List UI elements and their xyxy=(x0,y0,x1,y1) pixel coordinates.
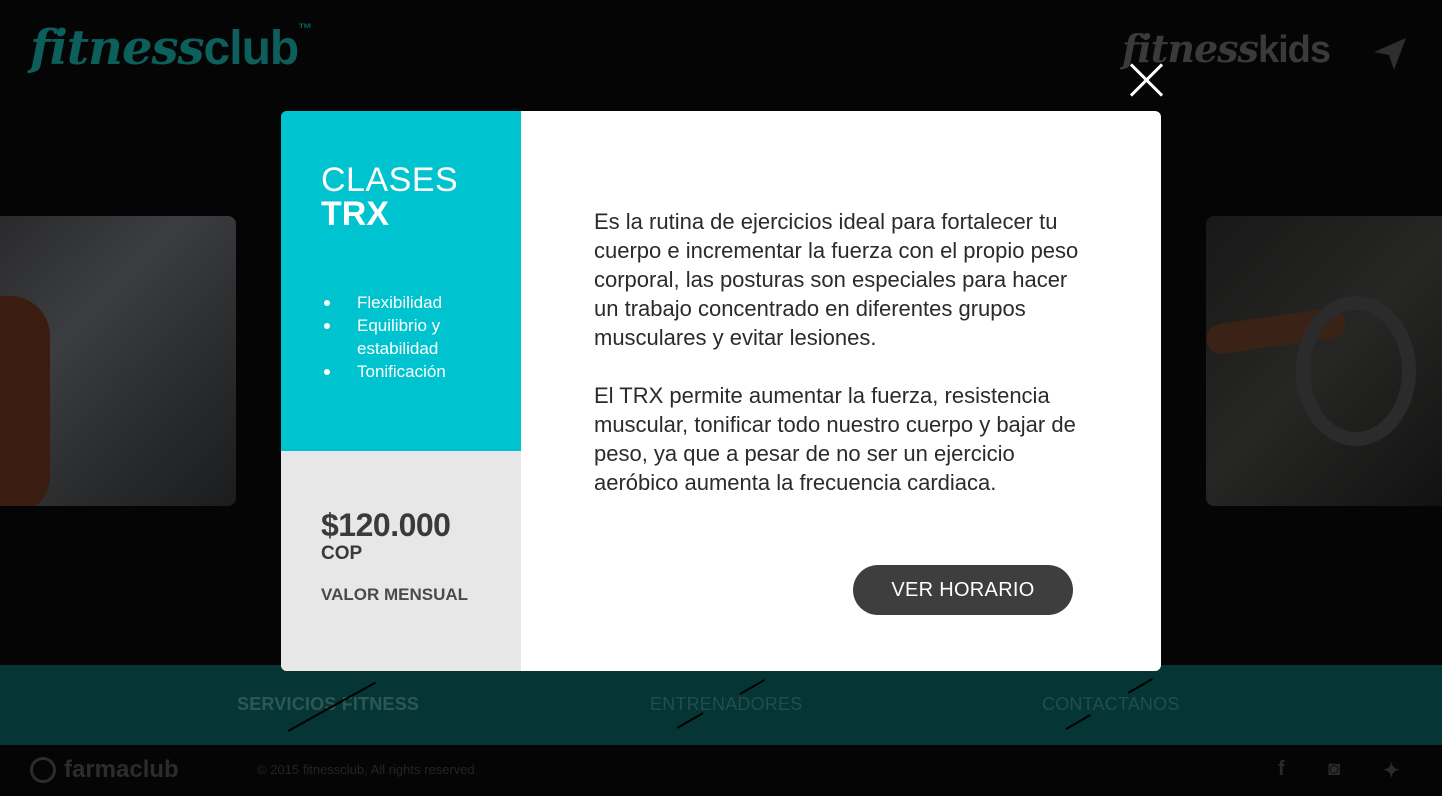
class-category-label: CLASES xyxy=(321,161,459,199)
close-icon[interactable] xyxy=(1128,62,1164,98)
price-value: $120.000 xyxy=(321,507,451,543)
ver-horario-button[interactable]: VER HORARIO xyxy=(853,565,1073,615)
class-detail-modal: CLASES TRX Flexibilidad Equilibrio y est… xyxy=(281,111,1161,671)
logo-script-text: fitness xyxy=(30,20,205,76)
facebook-icon[interactable]: f xyxy=(1278,758,1285,781)
nav-item-contactanos[interactable]: CONTACTANOS xyxy=(1042,694,1180,715)
kids-logo-word-text: kids xyxy=(1257,29,1331,71)
farmaclub-logo[interactable]: farmaclub xyxy=(30,756,179,784)
farmaclub-logo-text: farmaclub xyxy=(64,756,179,783)
fitnessclub-logo[interactable]: fitnessclub™ xyxy=(30,20,312,76)
nav-item-entrenadores[interactable]: ENTRENADORES xyxy=(650,694,802,715)
price-period: VALOR MENSUAL xyxy=(321,585,469,604)
farmaclub-logo-icon xyxy=(30,757,56,783)
class-name: TRX xyxy=(321,195,389,233)
description-paragraph: Es la rutina de ejercicios ideal para fo… xyxy=(594,209,1079,350)
class-description: Es la rutina de ejercicios ideal para fo… xyxy=(594,207,1084,497)
background-photo-left xyxy=(0,216,236,506)
nav-item-servicios-fitness[interactable]: SERVICIOS FITNESS xyxy=(237,694,419,715)
description-paragraph: El TRX permite aumentar la fuerza, resis… xyxy=(594,383,1076,495)
footer xyxy=(0,745,1442,796)
paper-plane-icon[interactable] xyxy=(1372,36,1408,72)
background-photo-right xyxy=(1206,216,1442,506)
instagram-icon[interactable]: ◙ xyxy=(1328,758,1340,781)
benefit-item: Tonificación xyxy=(321,360,511,383)
copyright-text: © 2015 fitnessclub, All rights reserved xyxy=(257,762,475,777)
twitter-icon[interactable]: ✦ xyxy=(1383,758,1400,783)
benefit-item: Equilibrio y estabilidad xyxy=(321,314,511,360)
class-info-panel: CLASES TRX Flexibilidad Equilibrio y est… xyxy=(281,111,521,451)
benefits-list: Flexibilidad Equilibrio y estabilidad To… xyxy=(321,291,511,383)
logo-word-text: club xyxy=(203,22,300,75)
benefit-item: Flexibilidad xyxy=(321,291,511,314)
page: fitnessclub™ fitness kids SERVICIOS FITNE… xyxy=(0,0,1442,796)
price-currency: COP xyxy=(321,543,363,564)
price-panel: $120.000 COP VALOR MENSUAL xyxy=(281,451,521,671)
logo-trademark: ™ xyxy=(298,20,312,36)
